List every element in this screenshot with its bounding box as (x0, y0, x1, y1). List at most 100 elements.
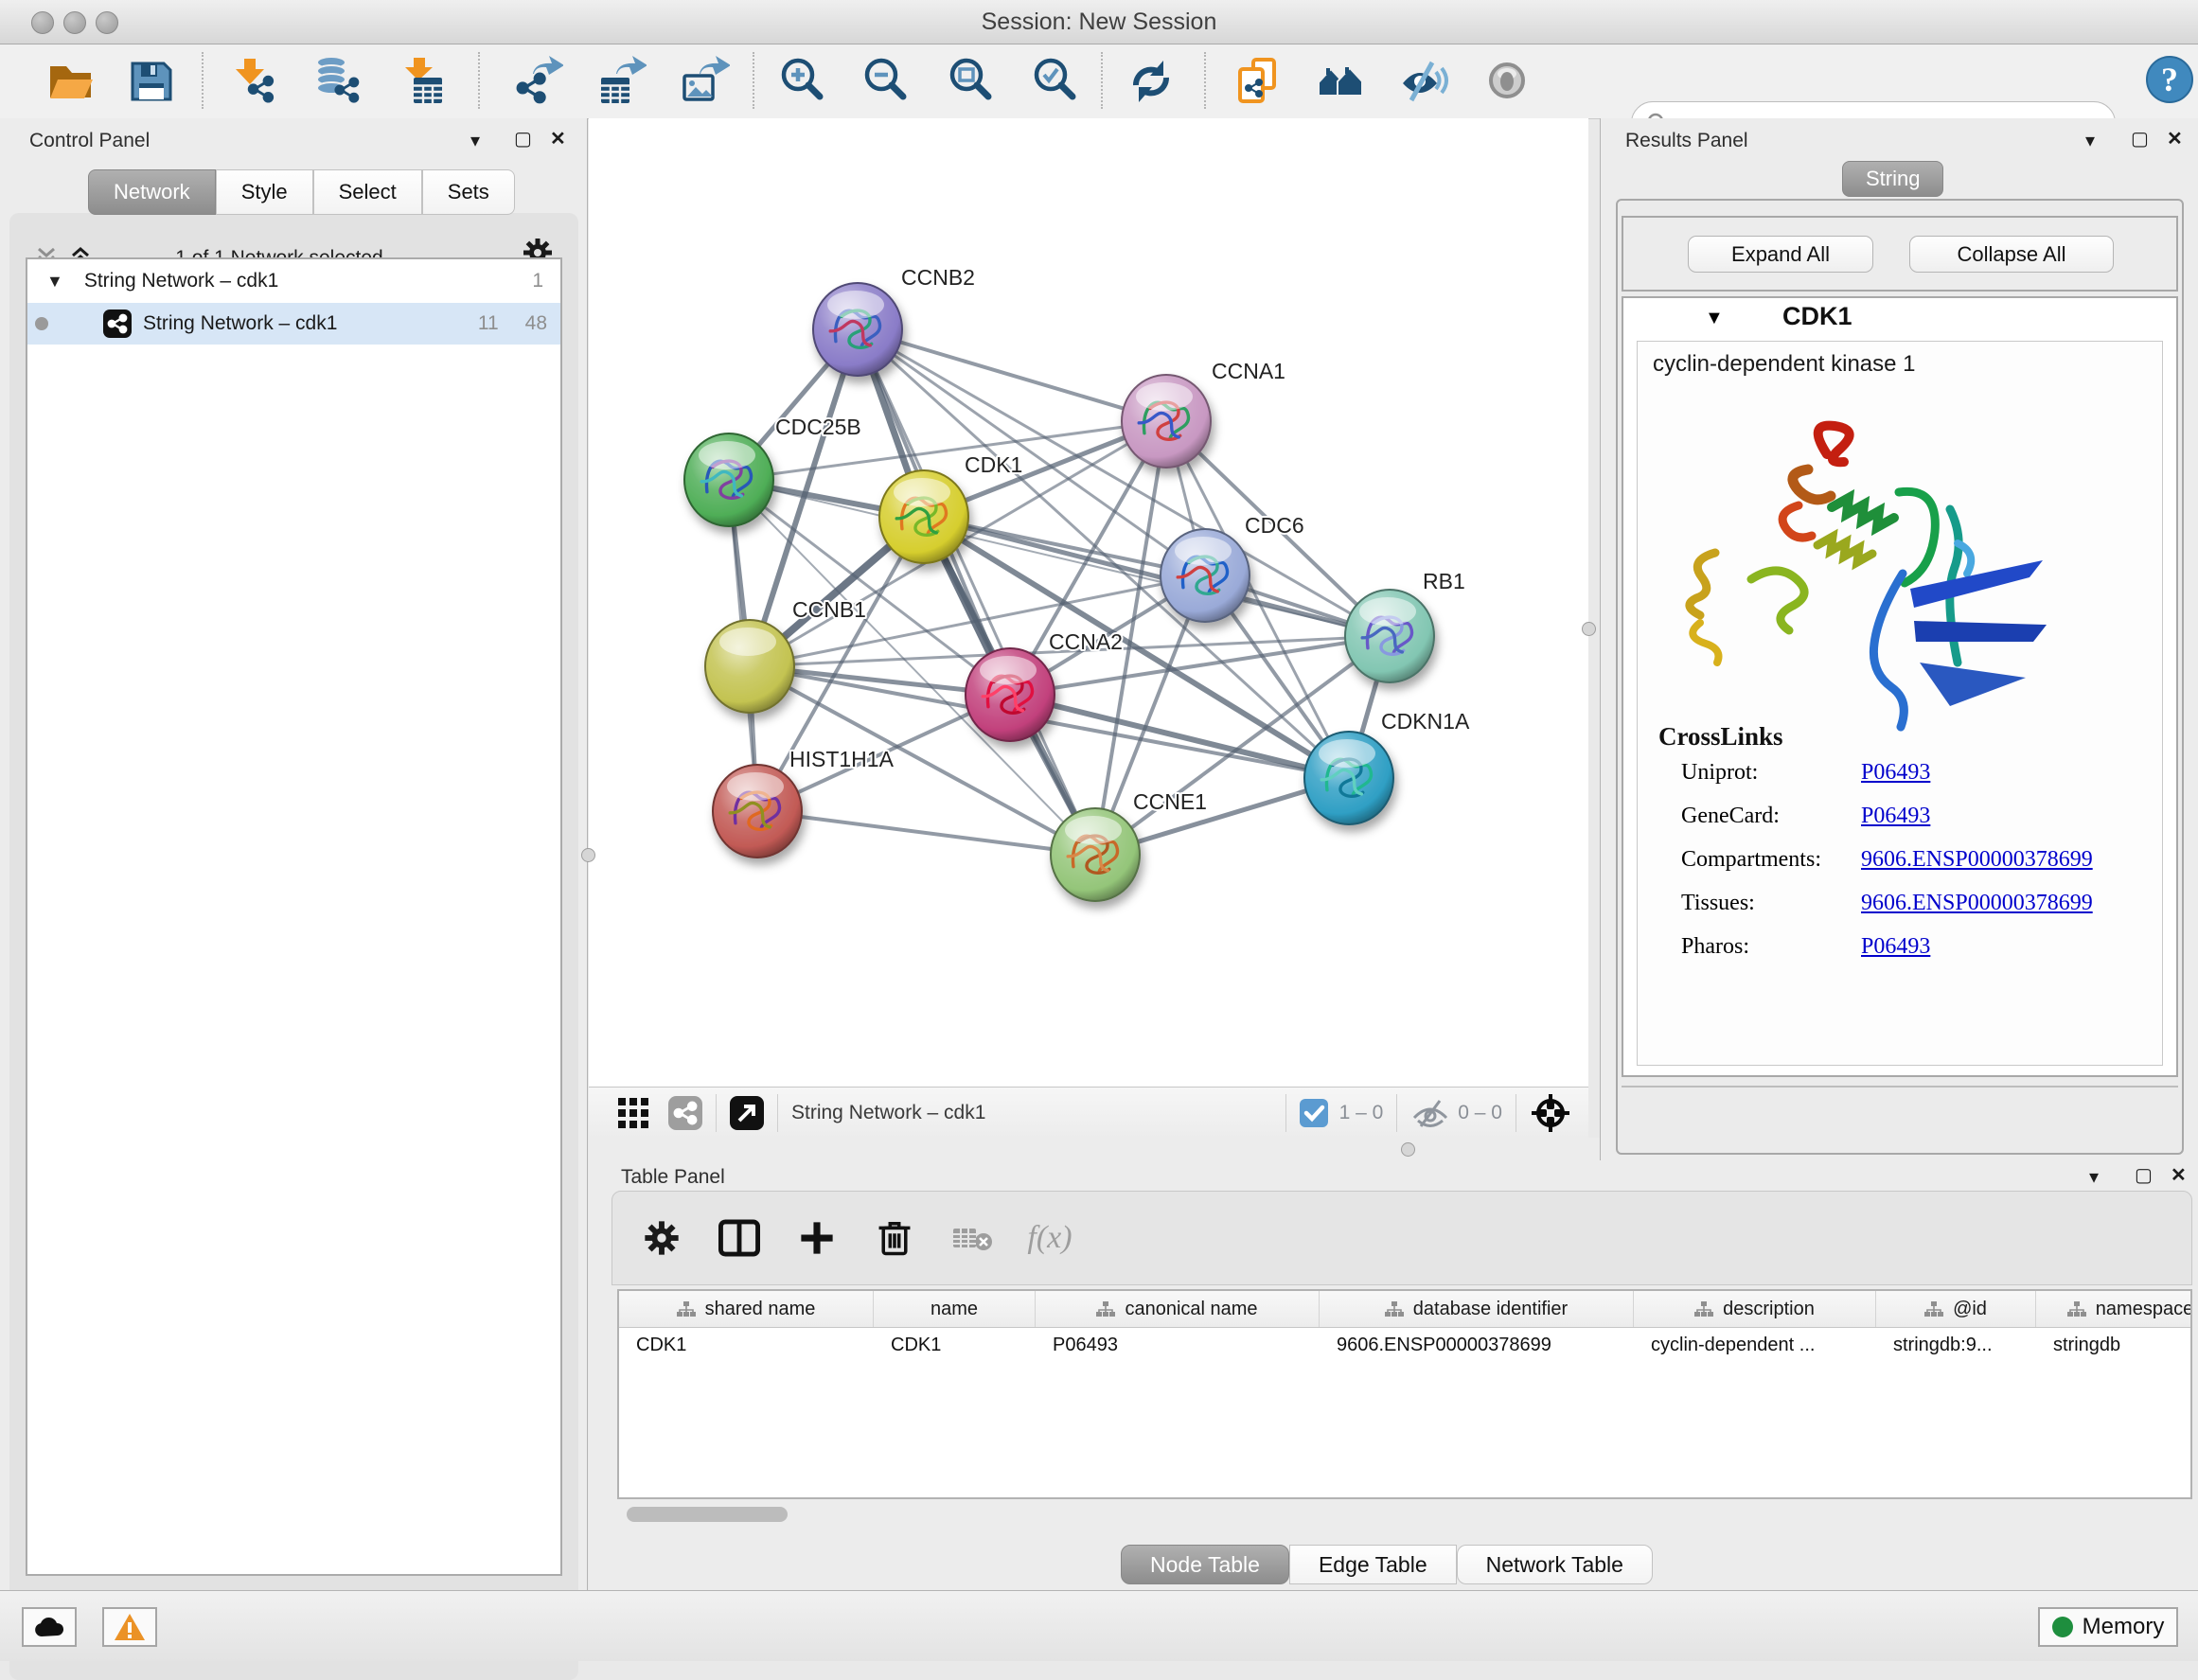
import-network-icon[interactable] (227, 54, 280, 109)
zoom-in-icon[interactable] (776, 54, 829, 109)
detach-view-icon[interactable] (730, 1096, 764, 1130)
network-node-CDKN1A[interactable]: CDKN1A (1304, 709, 1470, 824)
protein-structure-image (1666, 394, 2073, 744)
column-header-namespace[interactable]: namespace (2036, 1291, 2192, 1327)
add-column-icon[interactable] (789, 1210, 845, 1266)
zoom-out-icon[interactable] (860, 54, 913, 109)
collection-collapse-icon[interactable]: ▼ (46, 272, 63, 292)
tab-edge-table[interactable]: Edge Table (1289, 1545, 1457, 1584)
splitter-handle-icon[interactable] (1401, 1142, 1415, 1157)
delete-column-icon[interactable] (866, 1210, 923, 1266)
table-settings-gear-icon[interactable] (633, 1210, 690, 1266)
zoom-selected-icon[interactable] (1029, 54, 1082, 109)
export-network-icon[interactable] (510, 54, 563, 109)
import-database-icon[interactable] (310, 54, 363, 109)
warning-status-button[interactable] (102, 1607, 157, 1647)
crosslink-label: Pharos: (1681, 934, 1861, 960)
svg-text:CDC6: CDC6 (1245, 513, 1304, 538)
node-table[interactable]: shared namenamecanonical namedatabase id… (617, 1289, 2192, 1499)
network-edge[interactable] (858, 329, 1095, 855)
network-view-footer: String Network – cdk1 1 – 0 0 – 0 (589, 1087, 1588, 1139)
grid-view-icon[interactable] (617, 1097, 649, 1129)
table-hscrollbar[interactable] (627, 1507, 788, 1522)
table-panel-menu-icon[interactable]: ▾ (2089, 1168, 2099, 1187)
column-header-shared-name[interactable]: shared name (619, 1291, 874, 1327)
show-columns-icon[interactable] (711, 1210, 768, 1266)
network-canvas[interactable]: CCNB2 CCNA1 CDC25B CDK1 CDC6 (589, 118, 1588, 1087)
network-node-CCNA1[interactable]: CCNA1 (1122, 359, 1285, 468)
column-header-canonical-name[interactable]: canonical name (1036, 1291, 1320, 1327)
tab-node-table[interactable]: Node Table (1121, 1545, 1289, 1584)
svg-text:CDKN1A: CDKN1A (1381, 709, 1470, 734)
tab-string[interactable]: String (1842, 161, 1943, 197)
entry-collapse-icon[interactable]: ▼ (1705, 308, 1724, 329)
table-cell: stringdb (2036, 1328, 2192, 1363)
refresh-layout-icon[interactable] (1125, 54, 1178, 109)
network-share-view-icon[interactable] (668, 1096, 702, 1130)
crosslink-link[interactable]: 9606.ENSP00000378699 (1861, 891, 2093, 916)
network-node-RB1[interactable]: RB1 (1345, 569, 1465, 682)
network-row-selected[interactable]: String Network – cdk1 11 48 (27, 303, 560, 345)
crosslink-link[interactable]: 9606.ENSP00000378699 (1861, 847, 2093, 873)
control-panel-close-icon[interactable]: ✕ (550, 130, 566, 149)
export-table-icon[interactable] (594, 54, 647, 109)
table-row[interactable]: CDK1CDK1P064939606.ENSP00000378699cyclin… (619, 1328, 2190, 1363)
table-panel-close-icon[interactable]: ✕ (2171, 1166, 2187, 1185)
left-splitter-handle-icon[interactable] (581, 848, 595, 862)
network-node-HIST1H1A[interactable]: HIST1H1A (713, 747, 895, 858)
right-splitter-handle-icon[interactable] (1582, 622, 1596, 636)
import-table-icon[interactable] (395, 54, 448, 109)
network-node-CDC6[interactable]: CDC6 (1161, 513, 1304, 622)
tab-network-table[interactable]: Network Table (1457, 1545, 1653, 1584)
column-header-database-identifier[interactable]: database identifier (1320, 1291, 1634, 1327)
crosslink-link[interactable]: P06493 (1861, 804, 1930, 829)
save-session-icon[interactable] (125, 54, 178, 109)
results-panel-close-icon[interactable]: ✕ (2167, 130, 2183, 149)
table-tabs: Node TableEdge TableNetwork Table (1121, 1545, 1653, 1584)
svg-text:CCNA1: CCNA1 (1212, 359, 1285, 383)
control-panel-float-icon[interactable]: ▢ (514, 130, 532, 149)
tab-select[interactable]: Select (313, 169, 422, 215)
warning-icon (114, 1613, 146, 1641)
control-panel-menu-icon[interactable]: ▾ (470, 132, 480, 150)
table-cell: P06493 (1036, 1328, 1320, 1363)
crosslink-link[interactable]: P06493 (1861, 934, 1930, 960)
network-node-CCNB2[interactable]: CCNB2 (813, 265, 975, 376)
network-edge[interactable] (858, 329, 1166, 421)
memory-label: Memory (2083, 1614, 2165, 1640)
tab-sets[interactable]: Sets (422, 169, 515, 215)
expand-all-button[interactable]: Expand All (1688, 236, 1873, 273)
cloud-status-button[interactable] (22, 1607, 77, 1647)
export-image-icon[interactable] (677, 54, 730, 109)
inspector-sphere-icon[interactable] (1482, 54, 1535, 109)
table-panel-float-icon[interactable]: ▢ (2135, 1166, 2153, 1185)
crosslink-row: GeneCard: P06493 (1681, 804, 2154, 847)
network-collection-row[interactable]: ▼ String Network – cdk1 1 (27, 259, 560, 303)
help-icon[interactable]: ? (2143, 52, 2196, 107)
network-edge[interactable] (757, 811, 1095, 855)
results-panel-float-icon[interactable]: ▢ (2131, 130, 2149, 149)
column-header-description[interactable]: description (1634, 1291, 1876, 1327)
network-node-CDK1[interactable]: CDK1 (879, 452, 1022, 563)
zoom-fit-icon[interactable] (945, 54, 998, 109)
network-node-CCNB1[interactable]: CCNB1 (705, 597, 866, 713)
memory-button[interactable]: Memory (2038, 1607, 2178, 1647)
tab-network[interactable]: Network (88, 169, 216, 215)
hidden-eye-icon (1410, 1097, 1450, 1129)
function-builder-icon: f(x) (1021, 1210, 1078, 1266)
svg-text:CDC25B: CDC25B (775, 415, 861, 439)
tab-style[interactable]: Style (216, 169, 313, 215)
column-header--id[interactable]: @id (1876, 1291, 2036, 1327)
entry-gene-symbol: CDK1 (1782, 302, 1852, 331)
hide-glasses-icon[interactable] (1396, 54, 1449, 109)
table-header-row[interactable]: shared namenamecanonical namedatabase id… (619, 1291, 2190, 1328)
collapse-all-button[interactable]: Collapse All (1909, 236, 2114, 273)
open-session-icon[interactable] (44, 54, 97, 109)
crosslink-link[interactable]: P06493 (1861, 760, 1930, 786)
clone-network-icon[interactable] (1231, 54, 1284, 109)
selected-checkbox-icon[interactable] (1300, 1099, 1328, 1127)
results-panel-menu-icon[interactable]: ▾ (2085, 132, 2095, 150)
birdseye-crosshair-icon[interactable] (1530, 1092, 1571, 1134)
column-header-name[interactable]: name (874, 1291, 1036, 1327)
string-homes-icon[interactable] (1314, 54, 1367, 109)
